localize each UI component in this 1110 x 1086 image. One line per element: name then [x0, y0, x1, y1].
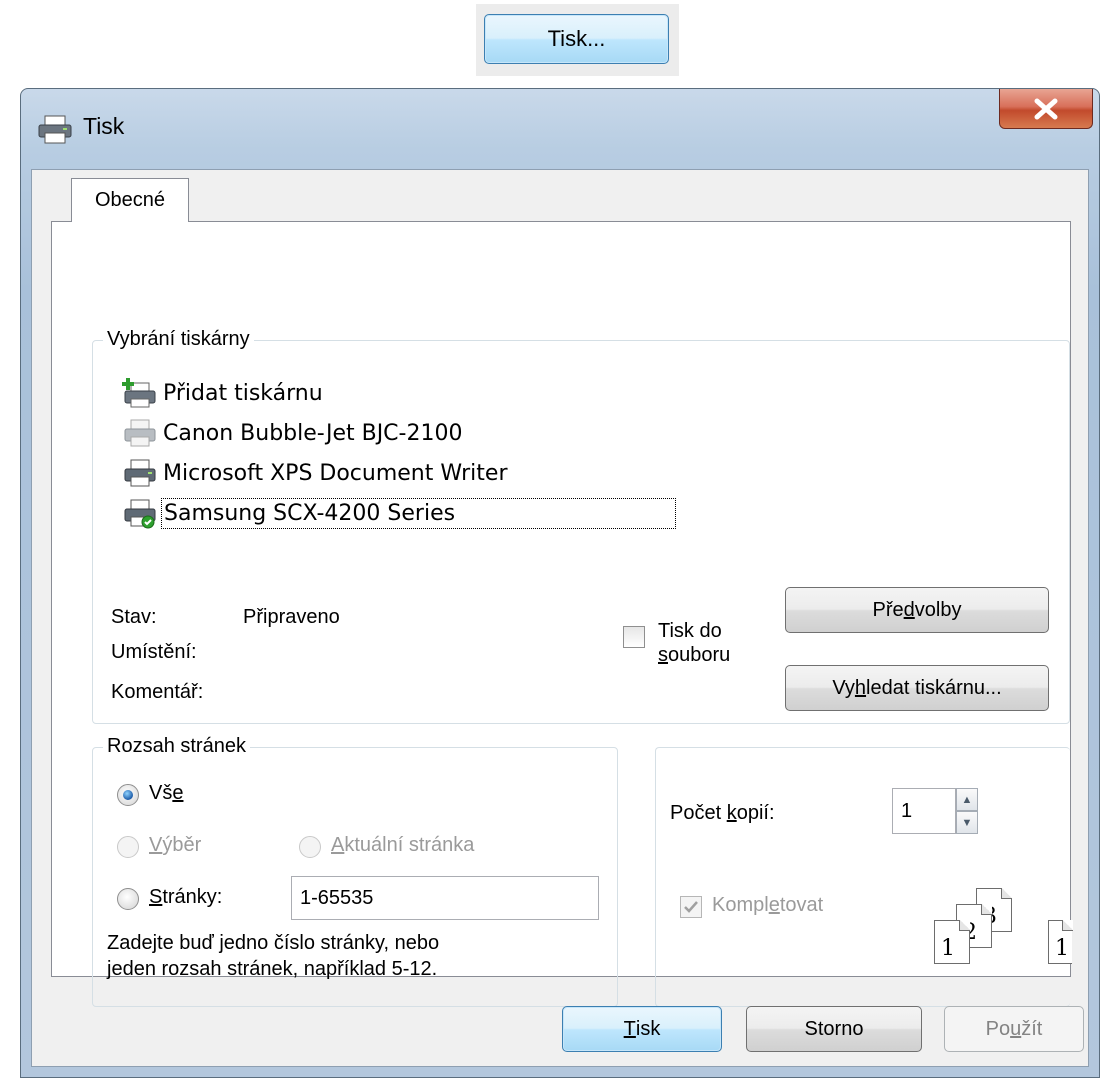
location-label: Umístění:: [111, 641, 197, 663]
print-button[interactable]: Tisk: [562, 1006, 722, 1052]
current-page-radio[interactable]: [299, 836, 321, 858]
copies-decrement[interactable]: ▼: [956, 811, 978, 834]
copies-increment[interactable]: ▲: [956, 788, 978, 811]
tab-label: Obecné: [94, 189, 166, 211]
group-label: Vybrání tiskárny: [103, 328, 254, 351]
cancel-button[interactable]: Storno: [746, 1006, 922, 1052]
general-tab-panel: Vybrání tiskárny Přidat tiskárnu Canon B…: [51, 221, 1073, 1007]
preferences-button[interactable]: Pře d volby: [785, 587, 1049, 633]
print-to-file-label: Tisk do souboru: [658, 620, 731, 666]
apply-button[interactable]: Po u žít: [944, 1006, 1084, 1052]
pages-input[interactable]: 1-65535: [291, 876, 599, 920]
print-to-file-checkbox[interactable]: [623, 626, 645, 648]
collate-checkbox[interactable]: [680, 896, 702, 918]
window-title: Tisk: [83, 113, 125, 139]
printer-list[interactable]: Přidat tiskárnu Canon Bubble-Jet BJC-210…: [121, 373, 701, 533]
checkmark-icon: [684, 901, 698, 913]
selection-label: Výběr: [149, 834, 202, 856]
copies-group: Počet kopií: 1 ▲ ▼ Kompletovat 3: [655, 747, 1073, 1007]
printer-name: Samsung SCX-4200 Series: [161, 497, 677, 529]
print-dialog-button[interactable]: Tisk...: [484, 14, 669, 64]
selection-radio[interactable]: [117, 836, 139, 858]
title-bar[interactable]: Tisk: [21, 89, 1099, 169]
pages-radio[interactable]: [117, 888, 139, 910]
trigger-area: Tisk...: [476, 4, 679, 76]
printer-icon: [38, 115, 72, 144]
printer-name: Přidat tiskárnu: [163, 380, 323, 406]
close-icon: [1034, 98, 1058, 119]
status-label: Stav:: [111, 606, 157, 628]
list-item[interactable]: Canon Bubble-Jet BJC-2100: [121, 413, 701, 453]
group-label: Rozsah stránek: [103, 735, 250, 758]
printer-offline-icon: [124, 419, 156, 447]
collate-page: 1: [1048, 920, 1073, 964]
arrow-up-icon: ▲: [961, 793, 973, 806]
print-dialog-window: Tisk Obecné Vybrání tiskárny Přidat tisk…: [20, 88, 1100, 1078]
pages-label: Stránky:: [149, 886, 223, 908]
printer-selection-group: Vybrání tiskárny Přidat tiskárnu Canon B…: [92, 328, 1070, 724]
page-range-group: Rozsah stránek Vše Výběr Aktuální stránk…: [92, 735, 618, 1007]
copies-label: Počet kopií:: [670, 802, 775, 824]
current-page-label: Aktuální stránka: [331, 834, 475, 856]
printer-name: Canon Bubble-Jet BJC-2100: [163, 420, 463, 446]
add-printer-icon: [122, 378, 156, 408]
page-range-hint: Zadejte buď jedno číslo stránky, nebo je…: [107, 932, 440, 980]
collate-label: Kompletovat: [712, 894, 824, 916]
status-value: Připraveno: [243, 606, 340, 628]
collate-page: 1: [934, 920, 970, 964]
dialog-client-area: Obecné Vybrání tiskárny Přidat tiskárnu: [31, 169, 1089, 1067]
find-printer-button[interactable]: Vy h ledat tiskárnu...: [785, 665, 1049, 711]
printer-name: Microsoft XPS Document Writer: [163, 460, 508, 486]
close-button[interactable]: [999, 89, 1093, 129]
arrow-down-icon: ▼: [961, 816, 973, 829]
all-pages-radio[interactable]: [117, 784, 139, 806]
list-item[interactable]: Přidat tiskárnu: [121, 373, 701, 413]
tab-general[interactable]: Obecné: [71, 178, 189, 222]
comment-label: Komentář:: [111, 681, 204, 703]
all-pages-label: Vše: [149, 782, 184, 804]
list-item-selected[interactable]: Samsung SCX-4200 Series: [121, 493, 701, 533]
copies-input[interactable]: 1: [892, 788, 956, 834]
default-printer-icon: [124, 499, 156, 529]
list-item[interactable]: Microsoft XPS Document Writer: [121, 453, 701, 493]
printer-icon: [124, 459, 156, 487]
